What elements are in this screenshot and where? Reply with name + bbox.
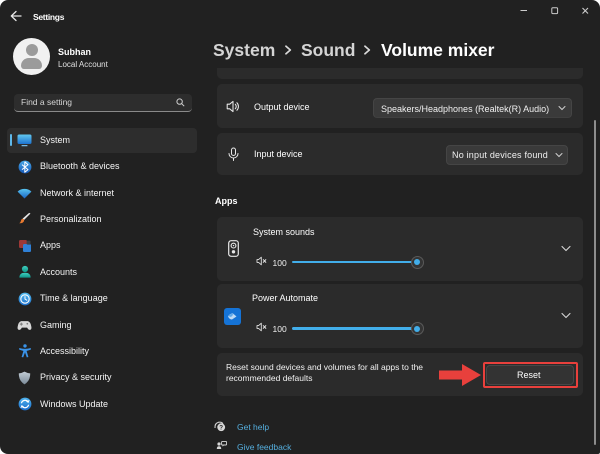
svg-text:?: ? (219, 424, 223, 431)
